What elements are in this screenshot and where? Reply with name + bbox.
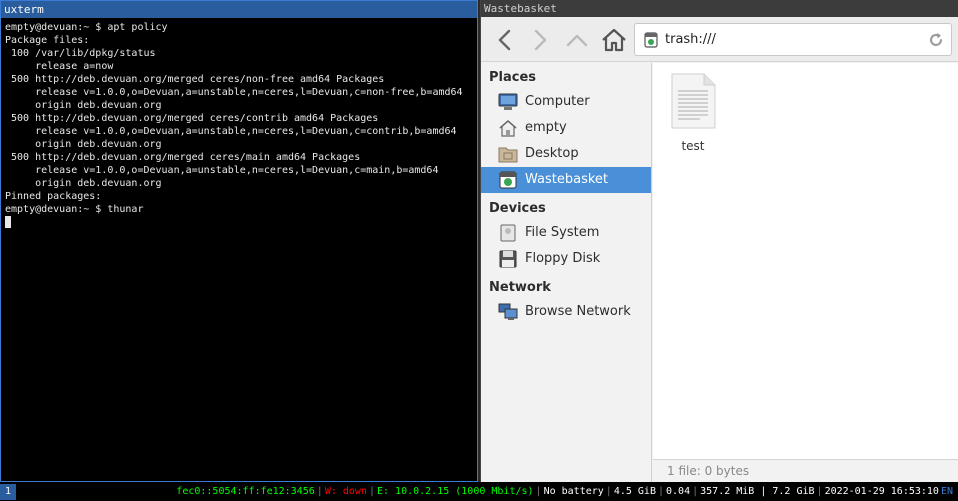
terminal-line: origin deb.devuan.org [5,139,162,150]
terminal-output[interactable]: empty@devuan:~ $ apt policy Package file… [5,21,475,479]
status-panel: 1 fec0::5054:ff:fe12:3456 | W: down | E: 10.… [0,482,958,501]
reload-icon[interactable] [927,31,945,49]
memory-status: 357.2 MiB | 7.2 GiB [700,486,815,497]
keyboard-layout[interactable]: EN [940,486,954,497]
clock: 2022-01-29 16:53:10 [824,486,939,497]
sidebar-item-label: Wastebasket [525,172,609,187]
file-view[interactable]: test [653,63,958,459]
sidebar-item-desktop[interactable]: Desktop [481,141,651,167]
load-status: 0.04 [666,486,691,497]
terminal-line: 500 http://deb.devuan.org/merged ceres/n… [5,74,385,85]
file-manager-window[interactable]: Wastebasket trash:/// Places Computer em… [480,0,958,482]
terminal-line: 500 http://deb.devuan.org/merged ceres/c… [5,113,379,124]
sidebar-item-label: Floppy Disk [525,251,601,266]
file-name: test [681,139,705,153]
home-button[interactable] [599,25,629,55]
file-manager-statusbar: 1 file: 0 bytes [653,459,958,482]
wireless-status: W: down [324,486,367,497]
sidebar-item-label: Browse Network [525,304,631,319]
ipv6-status: fec0::5054:ff:fe12:3456 [176,486,315,497]
sidebar-item-label: Computer [525,94,590,109]
terminal-line: release v=1.0.0,o=Devuan,a=unstable,n=ce… [5,165,439,176]
location-text[interactable]: trash:/// [665,24,716,55]
sidebar-item-label: Desktop [525,146,579,161]
sidebar-item-computer[interactable]: Computer [481,89,651,115]
terminal-cursor [5,216,11,228]
ethernet-status: E: 10.0.2.15 (1000 Mbit/s) [377,486,534,497]
sidebar-item-label: empty [525,120,567,135]
desktop-folder-icon [498,147,518,163]
parent-folder-button[interactable] [562,25,592,55]
terminal-window[interactable]: uxterm empty@devuan:~ $ apt policy Packa… [0,0,478,482]
terminal-line: Pinned packages: [5,191,102,202]
arrow-left-icon [498,29,511,51]
network-header: Network [489,280,551,295]
file-manager-toolbar: trash:/// [481,17,958,62]
file-manager-titlebar[interactable]: Wastebasket [481,0,958,17]
terminal-line: origin deb.devuan.org [5,178,162,189]
arrow-up-icon [566,34,588,47]
sidebar-item-label: File System [525,225,600,240]
battery-status: No battery [543,486,604,497]
trash-icon [644,32,658,48]
side-pane: Places Computer empty Desktop Wastebaske… [481,63,652,482]
terminal-line: Package files: [5,35,90,46]
devices-header: Devices [489,201,546,216]
terminal-line: empty@devuan:~ $ thunar [5,204,144,215]
places-header: Places [489,70,537,85]
text-document-icon [671,73,716,129]
back-button[interactable] [490,25,520,55]
home-icon [499,120,517,137]
disk-status: 4.5 GiB [613,486,656,497]
location-bar[interactable]: trash:/// [634,23,952,56]
home-icon [602,28,626,52]
terminal-line: 500 http://deb.devuan.org/merged ceres/m… [5,152,361,163]
terminal-line: release v=1.0.0,o=Devuan,a=unstable,n=ce… [5,87,463,98]
terminal-line: empty@devuan:~ $ apt policy [5,22,168,33]
terminal-prompt-line[interactable] [5,216,475,229]
terminal-line: origin deb.devuan.org [5,100,162,111]
sidebar-item-file-system[interactable]: File System [481,220,651,246]
computer-icon [498,93,518,110]
sidebar-item-browse-network[interactable]: Browse Network [481,299,651,325]
network-icon [498,303,518,320]
terminal-line: 100 /var/lib/dpkg/status [5,48,156,59]
sidebar-item-wastebasket[interactable]: Wastebasket [481,167,651,193]
workspace-button[interactable]: 1 [0,484,16,500]
terminal-line: release a=now [5,61,114,72]
terminal-titlebar[interactable]: uxterm [1,1,477,18]
sidebar-item-floppy-disk[interactable]: Floppy Disk [481,246,651,272]
trash-icon [499,171,517,189]
file-item-test[interactable]: test [667,73,719,153]
forward-button[interactable] [525,25,555,55]
floppy-icon [499,250,517,268]
terminal-line: release v=1.0.0,o=Devuan,a=unstable,n=ce… [5,126,457,137]
status-blocks: fec0::5054:ff:fe12:3456 | W: down | E: 10.0.… [176,486,954,497]
drive-icon [500,224,516,242]
sidebar-item-home[interactable]: empty [481,115,651,141]
arrow-right-icon [534,29,547,51]
